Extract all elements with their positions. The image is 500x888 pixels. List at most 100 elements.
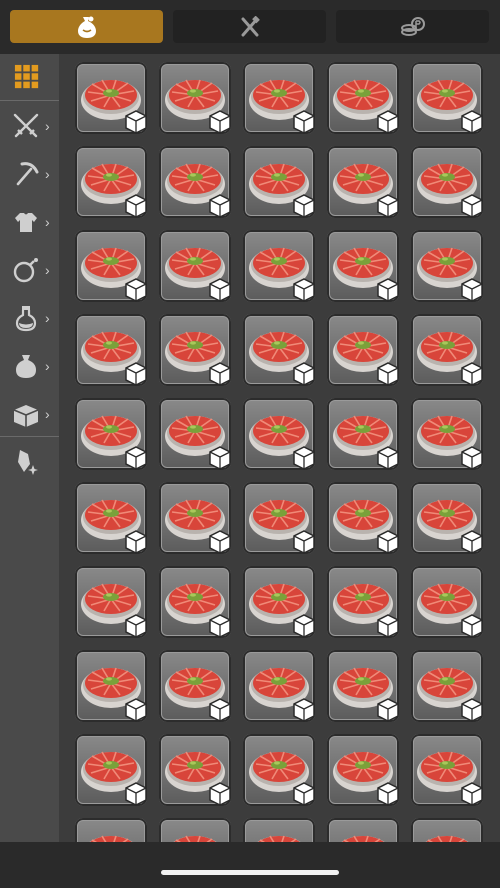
inventory-slot[interactable]: [327, 734, 399, 806]
chevron-right-icon: ›: [45, 358, 50, 374]
cube-icon: [293, 530, 315, 554]
inventory-slot[interactable]: [411, 650, 483, 722]
inventory-slot[interactable]: [327, 482, 399, 554]
sidebar-item-tools[interactable]: ›: [0, 150, 59, 198]
inventory-slot[interactable]: [75, 734, 147, 806]
bomb-icon: [13, 258, 38, 283]
sidebar-item-all[interactable]: [0, 54, 59, 102]
cube-icon: [293, 278, 315, 302]
top-tab-bar: [0, 0, 500, 54]
inventory-slot[interactable]: [243, 314, 315, 386]
inventory-slot[interactable]: [243, 230, 315, 302]
inventory-slot[interactable]: [243, 734, 315, 806]
inventory-slot[interactable]: [411, 230, 483, 302]
inventory-slot[interactable]: [75, 146, 147, 218]
cube-icon: [461, 446, 483, 470]
inventory-slot[interactable]: [327, 230, 399, 302]
cube-icon: [293, 110, 315, 134]
inventory-slot[interactable]: [75, 566, 147, 638]
inventory-slot[interactable]: [411, 398, 483, 470]
inventory-slot[interactable]: [75, 314, 147, 386]
cube-icon: [209, 446, 231, 470]
chevron-right-icon: ›: [45, 118, 50, 134]
chevron-right-icon: ›: [45, 166, 50, 182]
sidebar-item-weapons[interactable]: ›: [0, 102, 59, 150]
chevron-right-icon: ›: [45, 406, 50, 422]
inventory-slot[interactable]: [411, 734, 483, 806]
inventory-slot[interactable]: [411, 62, 483, 134]
inventory-slot[interactable]: [243, 566, 315, 638]
cube-icon: [209, 194, 231, 218]
category-sidebar: › › › › › › ›: [0, 54, 59, 842]
cube-icon: [461, 194, 483, 218]
inventory-slot[interactable]: [243, 818, 315, 842]
sidebar-item-bombs[interactable]: ›: [0, 246, 59, 294]
sidebar-item-potions[interactable]: ›: [0, 294, 59, 342]
sidebar-item-crystals[interactable]: [0, 438, 59, 486]
inventory-slot[interactable]: [159, 62, 231, 134]
tomato-dish-icon: [89, 835, 133, 842]
inventory-slot[interactable]: [75, 398, 147, 470]
inventory-slot[interactable]: [243, 482, 315, 554]
cube-icon: [377, 110, 399, 134]
inventory-slot[interactable]: [327, 314, 399, 386]
inventory-slot[interactable]: [327, 146, 399, 218]
inventory-slot[interactable]: [159, 314, 231, 386]
inventory-slot[interactable]: [243, 650, 315, 722]
inventory-slot[interactable]: [159, 818, 231, 842]
inventory-slot[interactable]: [159, 566, 231, 638]
inventory-slot[interactable]: [75, 62, 147, 134]
crossed-tools-icon: [241, 15, 260, 36]
inventory-slot[interactable]: [75, 650, 147, 722]
cube-icon: [125, 194, 147, 218]
inventory-slot[interactable]: [75, 482, 147, 554]
inventory-slot[interactable]: [411, 146, 483, 218]
cube-icon: [461, 530, 483, 554]
inventory-slot[interactable]: [75, 230, 147, 302]
cube-icon: [209, 278, 231, 302]
cube-icon: [377, 614, 399, 638]
grid-icon: [14, 64, 39, 89]
inventory-slot[interactable]: [159, 398, 231, 470]
inventory-slot[interactable]: [159, 734, 231, 806]
chevron-right-icon: ›: [45, 310, 50, 326]
cube-icon: [125, 362, 147, 386]
armor-icon: [15, 213, 37, 232]
tab-items[interactable]: [10, 10, 163, 43]
inventory-slot[interactable]: [411, 566, 483, 638]
inventory-slot[interactable]: [327, 62, 399, 134]
inventory-slot[interactable]: [243, 62, 315, 134]
sidebar-item-materials[interactable]: ›: [0, 342, 59, 390]
inventory-slot[interactable]: [327, 566, 399, 638]
crystal-icon: [18, 450, 38, 475]
inventory-slot[interactable]: [159, 230, 231, 302]
cube-icon: [461, 110, 483, 134]
tomato-dish-icon: [425, 835, 469, 842]
cube-icon: [125, 614, 147, 638]
inventory-slot[interactable]: [327, 398, 399, 470]
cube-icon: [377, 362, 399, 386]
inventory-slot[interactable]: [327, 818, 399, 842]
inventory-slot[interactable]: [75, 818, 147, 842]
tab-currency[interactable]: [336, 10, 489, 43]
inventory-slot[interactable]: [327, 650, 399, 722]
inventory-slot[interactable]: [159, 650, 231, 722]
tomato-dish-icon: [257, 835, 301, 842]
inventory-slot[interactable]: [411, 314, 483, 386]
sidebar-item-armor[interactable]: ›: [0, 198, 59, 246]
inventory-slot[interactable]: [411, 818, 483, 842]
tomato-dish-icon: [341, 835, 385, 842]
cube-icon: [125, 446, 147, 470]
sidebar-item-chests[interactable]: ›: [0, 390, 59, 438]
home-indicator[interactable]: [161, 870, 339, 875]
tab-crafting[interactable]: [173, 10, 326, 43]
cube-icon: [125, 278, 147, 302]
inventory-slot[interactable]: [159, 146, 231, 218]
inventory-slot[interactable]: [411, 482, 483, 554]
inventory-slot[interactable]: [159, 482, 231, 554]
cube-icon: [125, 110, 147, 134]
cube-icon: [125, 698, 147, 722]
inventory-slot[interactable]: [243, 146, 315, 218]
inventory-slot[interactable]: [243, 398, 315, 470]
sack-icon: [77, 16, 96, 38]
